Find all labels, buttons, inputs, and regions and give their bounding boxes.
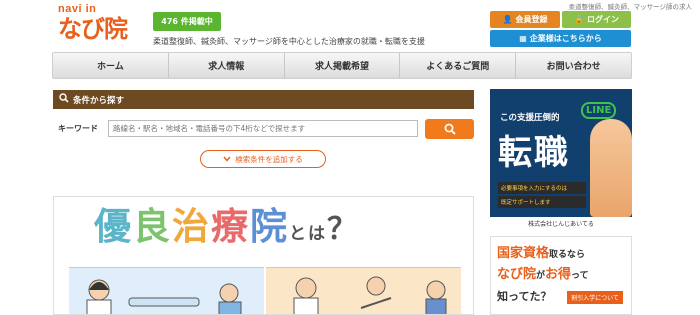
ad1-big-text: 転職 (498, 133, 570, 173)
search-section-title: 条件から探す (73, 95, 125, 106)
main-feature-banner[interactable]: 優良治療院とは？ (53, 196, 474, 315)
nav-item-faq[interactable]: よくあるご質問 (400, 53, 517, 78)
ad2-line-2d: って (571, 271, 589, 281)
side-ad-line-support[interactable]: この支援圧倒的 LINE 転職 必要事項を入力にするのは 既定サポートします 株… (490, 89, 632, 230)
lock-icon: 🔒 (574, 14, 584, 24)
ad2-line-2c: お得 (545, 267, 572, 282)
ad2-line-3: 知ってた？ (497, 290, 552, 303)
chevron-down-icon (223, 155, 231, 164)
side-ad-license[interactable]: 国家資格取るなら なび院がお得って 知ってた？ 割引入学について (490, 236, 632, 315)
search-button[interactable] (425, 119, 474, 139)
clinic-illustration-left (69, 267, 264, 314)
logo-big-text: なび院 (58, 15, 128, 43)
company-button[interactable]: ▦ 企業様はこちらから (490, 30, 631, 47)
banner-char: 院 (250, 205, 289, 248)
banner-tail: とは (289, 224, 327, 244)
keyword-label: キーワード (58, 124, 98, 133)
login-label: ログイン (586, 15, 619, 24)
site-logo[interactable]: navi in なび院 (58, 3, 148, 43)
banner-char: 治 (172, 205, 211, 248)
ad2-discount-badge: 割引入学について (567, 291, 623, 304)
search-section-header: 条件から探す (53, 90, 474, 109)
clinic-illustration-right (266, 267, 461, 314)
listing-count-badge: 476 件掲載中 (153, 12, 221, 31)
nav-item-contact[interactable]: お問い合わせ (516, 53, 631, 78)
ad2-line-1b: 取るなら (549, 250, 586, 260)
ad1-subtitle: この支援圧倒的 (500, 113, 560, 123)
main-nav: ホーム 求人情報 求人掲載希望 よくあるご質問 お問い合わせ (52, 52, 632, 79)
logo-small-text: navi in (58, 3, 97, 15)
keyword-input[interactable] (108, 120, 418, 137)
search-icon (444, 120, 456, 139)
top-note: 柔道整復師、鍼灸師、マッサージ師の求人 (568, 3, 692, 11)
ad1-footer: 株式会社じんじあいてる (490, 217, 632, 230)
banner-char: 療 (211, 205, 250, 248)
add-condition-label: 検索条件を追加する (235, 154, 303, 164)
ad1-caption-2: 既定サポートします (498, 196, 586, 208)
search-icon (59, 93, 69, 106)
banner-char: 良 (133, 205, 172, 248)
site-tagline: 柔道整復師、鍼灸師、マッサージ師を中心とした治療家の就職・転職を支援 (153, 37, 425, 46)
nav-item-posting[interactable]: 求人掲載希望 (285, 53, 401, 78)
company-label: 企業様はこちらから (529, 34, 602, 43)
ad2-line-2: なび院がお得って (497, 263, 589, 282)
register-label: 会員登録 (515, 15, 548, 24)
cheerleader-illustration (590, 119, 632, 217)
banner-title: 優良治療院とは？ (94, 205, 359, 256)
ad2-line-1: 国家資格取るなら (497, 242, 585, 261)
banner-char: 優 (94, 205, 133, 248)
nav-item-jobs[interactable]: 求人情報 (169, 53, 285, 78)
add-condition-button[interactable]: 検索条件を追加する (200, 150, 326, 168)
building-icon: ▦ (519, 33, 527, 43)
register-button[interactable]: 👤 会員登録 (490, 11, 560, 28)
banner-question-mark: ？ (327, 212, 359, 247)
ad1-caption-1: 必要事項を入力にするのは (498, 182, 586, 194)
ad2-line-2a: なび院 (497, 267, 537, 282)
ad2-line-1a: 国家資格 (497, 246, 550, 261)
ad1-line-tag: LINE (581, 102, 617, 119)
login-button[interactable]: 🔒 ログイン (562, 11, 631, 28)
nav-item-home[interactable]: ホーム (53, 53, 169, 78)
ad2-line-2b: が (536, 271, 546, 281)
user-icon: 👤 (502, 14, 513, 24)
